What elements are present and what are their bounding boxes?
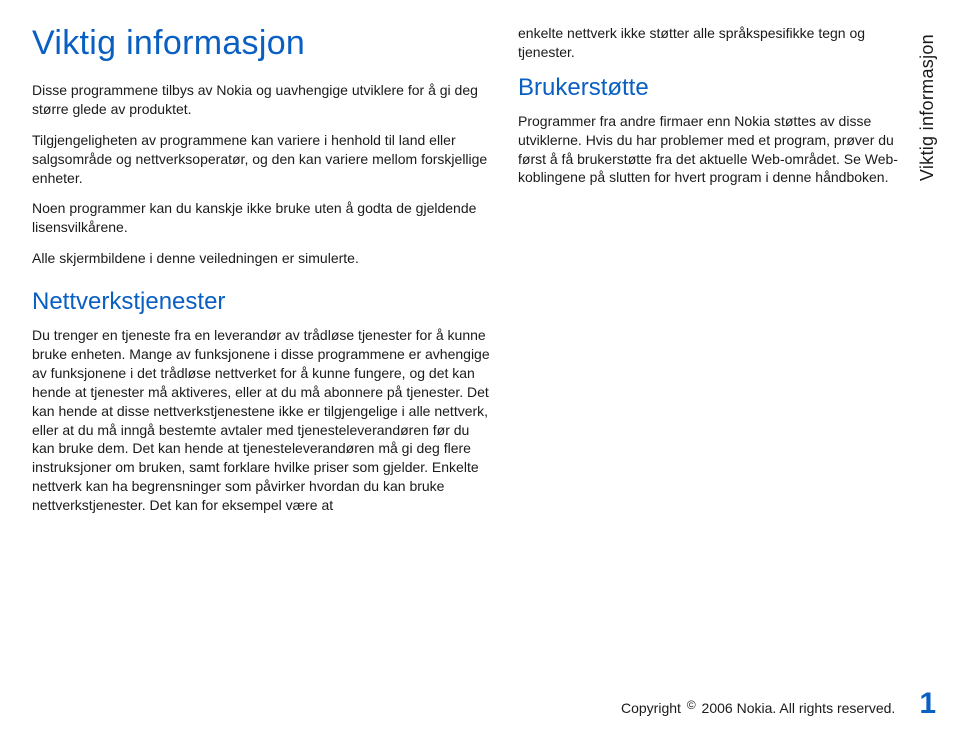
copyright-text: Copyright 2006 Nokia. All rights reserve…: [621, 700, 895, 716]
page-number: 1: [919, 689, 936, 719]
page-title: Viktig informasjon: [32, 24, 494, 63]
intro-para-2: Tilgjengeligheten av programmene kan var…: [32, 131, 494, 188]
column-left: Viktig informasjon Disse programmene til…: [32, 24, 494, 719]
intro-para-3: Noen programmer kan du kanskje ikke bruk…: [32, 199, 494, 237]
intro-para-4: Alle skjermbildene i denne veiledningen …: [32, 249, 494, 268]
copyright-icon: [685, 700, 698, 716]
section-heading-brukerstotte: Brukerstøtte: [518, 74, 900, 102]
page-footer: Copyright 2006 Nokia. All rights reserve…: [621, 689, 936, 719]
brukerstotte-para: Programmer fra andre firmaer enn Nokia s…: [518, 112, 900, 188]
section-heading-nettverkstjenester: Nettverkstjenester: [32, 288, 494, 316]
column-right-inner: enkelte nettverk ikke støtter alle språk…: [518, 24, 936, 199]
copyright-post: 2006 Nokia. All rights reserved.: [698, 700, 896, 716]
column-right: enkelte nettverk ikke støtter alle språk…: [518, 24, 936, 719]
copyright-pre: Copyright: [621, 700, 685, 716]
continuation-para: enkelte nettverk ikke støtter alle språk…: [518, 24, 900, 62]
page-body: Viktig informasjon Disse programmene til…: [32, 24, 936, 719]
nettverkstjenester-para: Du trenger en tjeneste fra en leverandør…: [32, 326, 494, 515]
intro-para-1: Disse programmene tilbys av Nokia og uav…: [32, 81, 494, 119]
sidebar-section-label: Viktig informasjon: [917, 34, 938, 181]
